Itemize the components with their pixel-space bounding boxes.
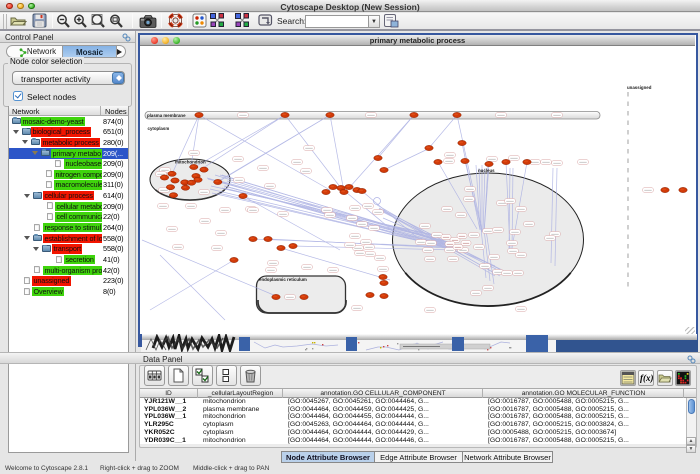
- svg-text:unassigned: unassigned: [627, 85, 652, 90]
- svg-text:mitochondrion: mitochondrion: [175, 160, 206, 165]
- svg-text:nucleus: nucleus: [478, 168, 495, 173]
- svg-text:cytoplasm: cytoplasm: [148, 126, 170, 131]
- svg-text:endoplasmic reticulum: endoplasmic reticulum: [259, 277, 307, 282]
- svg-text:f(x): f(x): [640, 373, 653, 383]
- svg-text:plasma membrane: plasma membrane: [147, 113, 186, 118]
